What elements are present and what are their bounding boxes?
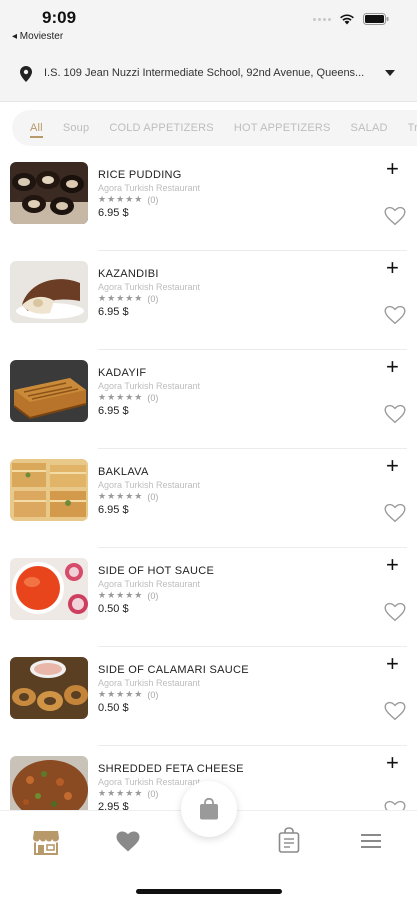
category-tab[interactable]: SALAD [351, 118, 388, 138]
item-name: KADAYIF [98, 367, 147, 379]
status-icons [313, 13, 389, 25]
add-to-cart-button[interactable]: + [386, 455, 399, 477]
category-tab[interactable]: COLD APPETIZERS [109, 118, 213, 138]
item-restaurant: Agora Turkish Restaurant [98, 183, 201, 193]
rating-stars: ★★★★★ [98, 194, 144, 204]
item-image[interactable] [10, 459, 88, 521]
favorite-heart-icon[interactable] [384, 503, 406, 523]
item-rating: ★★★★★ (0) [98, 788, 158, 799]
menu-item[interactable]: KAZANDIBI Agora Turkish Restaurant ★★★★★ (0… [0, 251, 417, 350]
rating-count: (0) [147, 788, 159, 799]
item-rating: ★★★★★ (0) [98, 392, 158, 403]
item-rating: ★★★★★ (0) [98, 590, 158, 601]
receipt-icon[interactable] [278, 827, 300, 853]
item-price: 6.95 $ [98, 504, 129, 516]
item-restaurant: Agora Turkish Restaurant [98, 777, 201, 787]
status-time: 9:09 [42, 8, 77, 27]
item-name: SIDE OF CALAMARI SAUCE [98, 664, 249, 676]
menu-item[interactable]: SIDE OF CALAMARI SAUCE Agora Turkish Rest… [0, 647, 417, 746]
category-tab[interactable]: Tra [408, 118, 417, 138]
rating-count: (0) [147, 590, 159, 601]
rating-count: (0) [147, 392, 159, 403]
menu-item[interactable]: KADAYIF Agora Turkish Restaurant ★★★★★ (0) 6… [0, 350, 417, 449]
back-to-app-link[interactable]: ◂ Moviester [12, 31, 63, 42]
add-to-cart-button[interactable]: + [386, 752, 399, 774]
menu-item[interactable]: SIDE OF HOT SAUCE Agora Turkish Restauran… [0, 548, 417, 647]
rating-count: (0) [147, 293, 159, 304]
favorite-heart-icon[interactable] [384, 305, 406, 325]
favorite-heart-icon[interactable] [384, 800, 406, 810]
category-tabs-container: All Soup COLD APPETIZERS HOT APPETIZERS SALA… [0, 102, 417, 152]
item-name: BAKLAVA [98, 466, 149, 478]
item-image[interactable] [10, 756, 88, 810]
item-restaurant: Agora Turkish Restaurant [98, 282, 201, 292]
category-tab[interactable]: Soup [63, 118, 90, 138]
item-price: 6.95 $ [98, 405, 129, 417]
cart-button[interactable] [181, 781, 237, 837]
item-name: KAZANDIBI [98, 268, 159, 280]
category-tabs[interactable]: All Soup COLD APPETIZERS HOT APPETIZERS SALA… [12, 110, 417, 146]
add-to-cart-button[interactable]: + [386, 356, 399, 378]
cart-icon [200, 798, 218, 820]
rating-count: (0) [147, 491, 159, 502]
item-name: SHREDDED FETA CHEESE [98, 763, 244, 775]
signal-icon [313, 17, 331, 21]
rating-stars: ★★★★★ [98, 392, 144, 402]
item-price: 6.95 $ [98, 207, 129, 219]
item-image[interactable] [10, 558, 88, 620]
favorite-heart-icon[interactable] [384, 701, 406, 721]
favorite-heart-icon[interactable] [384, 206, 406, 226]
heart-icon[interactable] [116, 831, 140, 852]
location-pin-icon [20, 66, 32, 82]
location-text: I.S. 109 Jean Nuzzi Intermediate School,… [44, 67, 365, 79]
bottom-nav [0, 781, 417, 900]
item-restaurant: Agora Turkish Restaurant [98, 579, 201, 589]
item-price: 6.95 $ [98, 306, 129, 318]
item-price: 0.50 $ [98, 702, 129, 714]
rating-stars: ★★★★★ [98, 590, 144, 600]
battery-icon [363, 13, 389, 25]
item-name: RICE PUDDING [98, 169, 182, 181]
wifi-icon [340, 14, 354, 25]
item-price: 2.95 $ [98, 801, 129, 810]
home-indicator [136, 889, 282, 894]
menu-icon[interactable] [361, 834, 381, 848]
menu-item[interactable]: BAKLAVA Agora Turkish Restaurant ★★★★★ (0) 6… [0, 449, 417, 548]
add-to-cart-button[interactable]: + [386, 158, 399, 180]
rating-count: (0) [147, 689, 159, 700]
favorite-heart-icon[interactable] [384, 602, 406, 622]
item-rating: ★★★★★ (0) [98, 491, 158, 502]
item-image[interactable] [10, 162, 88, 224]
item-restaurant: Agora Turkish Restaurant [98, 480, 201, 490]
category-tab[interactable]: HOT APPETIZERS [234, 118, 331, 138]
add-to-cart-button[interactable]: + [386, 653, 399, 675]
rating-stars: ★★★★★ [98, 689, 144, 699]
item-name: SIDE OF HOT SAUCE [98, 565, 215, 577]
chevron-down-icon[interactable] [385, 70, 395, 76]
menu-item[interactable]: RICE PUDDING Agora Turkish Restaurant ★★★★… [0, 152, 417, 251]
item-rating: ★★★★★ (0) [98, 293, 158, 304]
rating-stars: ★★★★★ [98, 788, 144, 798]
menu-item-list[interactable]: RICE PUDDING Agora Turkish Restaurant ★★★★… [0, 152, 417, 810]
item-image[interactable] [10, 261, 88, 323]
add-to-cart-button[interactable]: + [386, 554, 399, 576]
location-selector[interactable]: I.S. 109 Jean Nuzzi Intermediate School,… [0, 50, 417, 102]
favorite-heart-icon[interactable] [384, 404, 406, 424]
status-bar: 9:09 ◂ Moviester [0, 0, 417, 50]
item-rating: ★★★★★ (0) [98, 194, 158, 205]
rating-stars: ★★★★★ [98, 491, 144, 501]
item-restaurant: Agora Turkish Restaurant [98, 381, 201, 391]
item-rating: ★★★★★ (0) [98, 689, 158, 700]
store-icon[interactable] [32, 829, 60, 855]
category-tab[interactable]: All [30, 118, 43, 138]
item-image[interactable] [10, 657, 88, 719]
rating-stars: ★★★★★ [98, 293, 144, 303]
item-restaurant: Agora Turkish Restaurant [98, 678, 201, 688]
item-image[interactable] [10, 360, 88, 422]
rating-count: (0) [147, 194, 159, 205]
item-price: 0.50 $ [98, 603, 129, 615]
add-to-cart-button[interactable]: + [386, 257, 399, 279]
